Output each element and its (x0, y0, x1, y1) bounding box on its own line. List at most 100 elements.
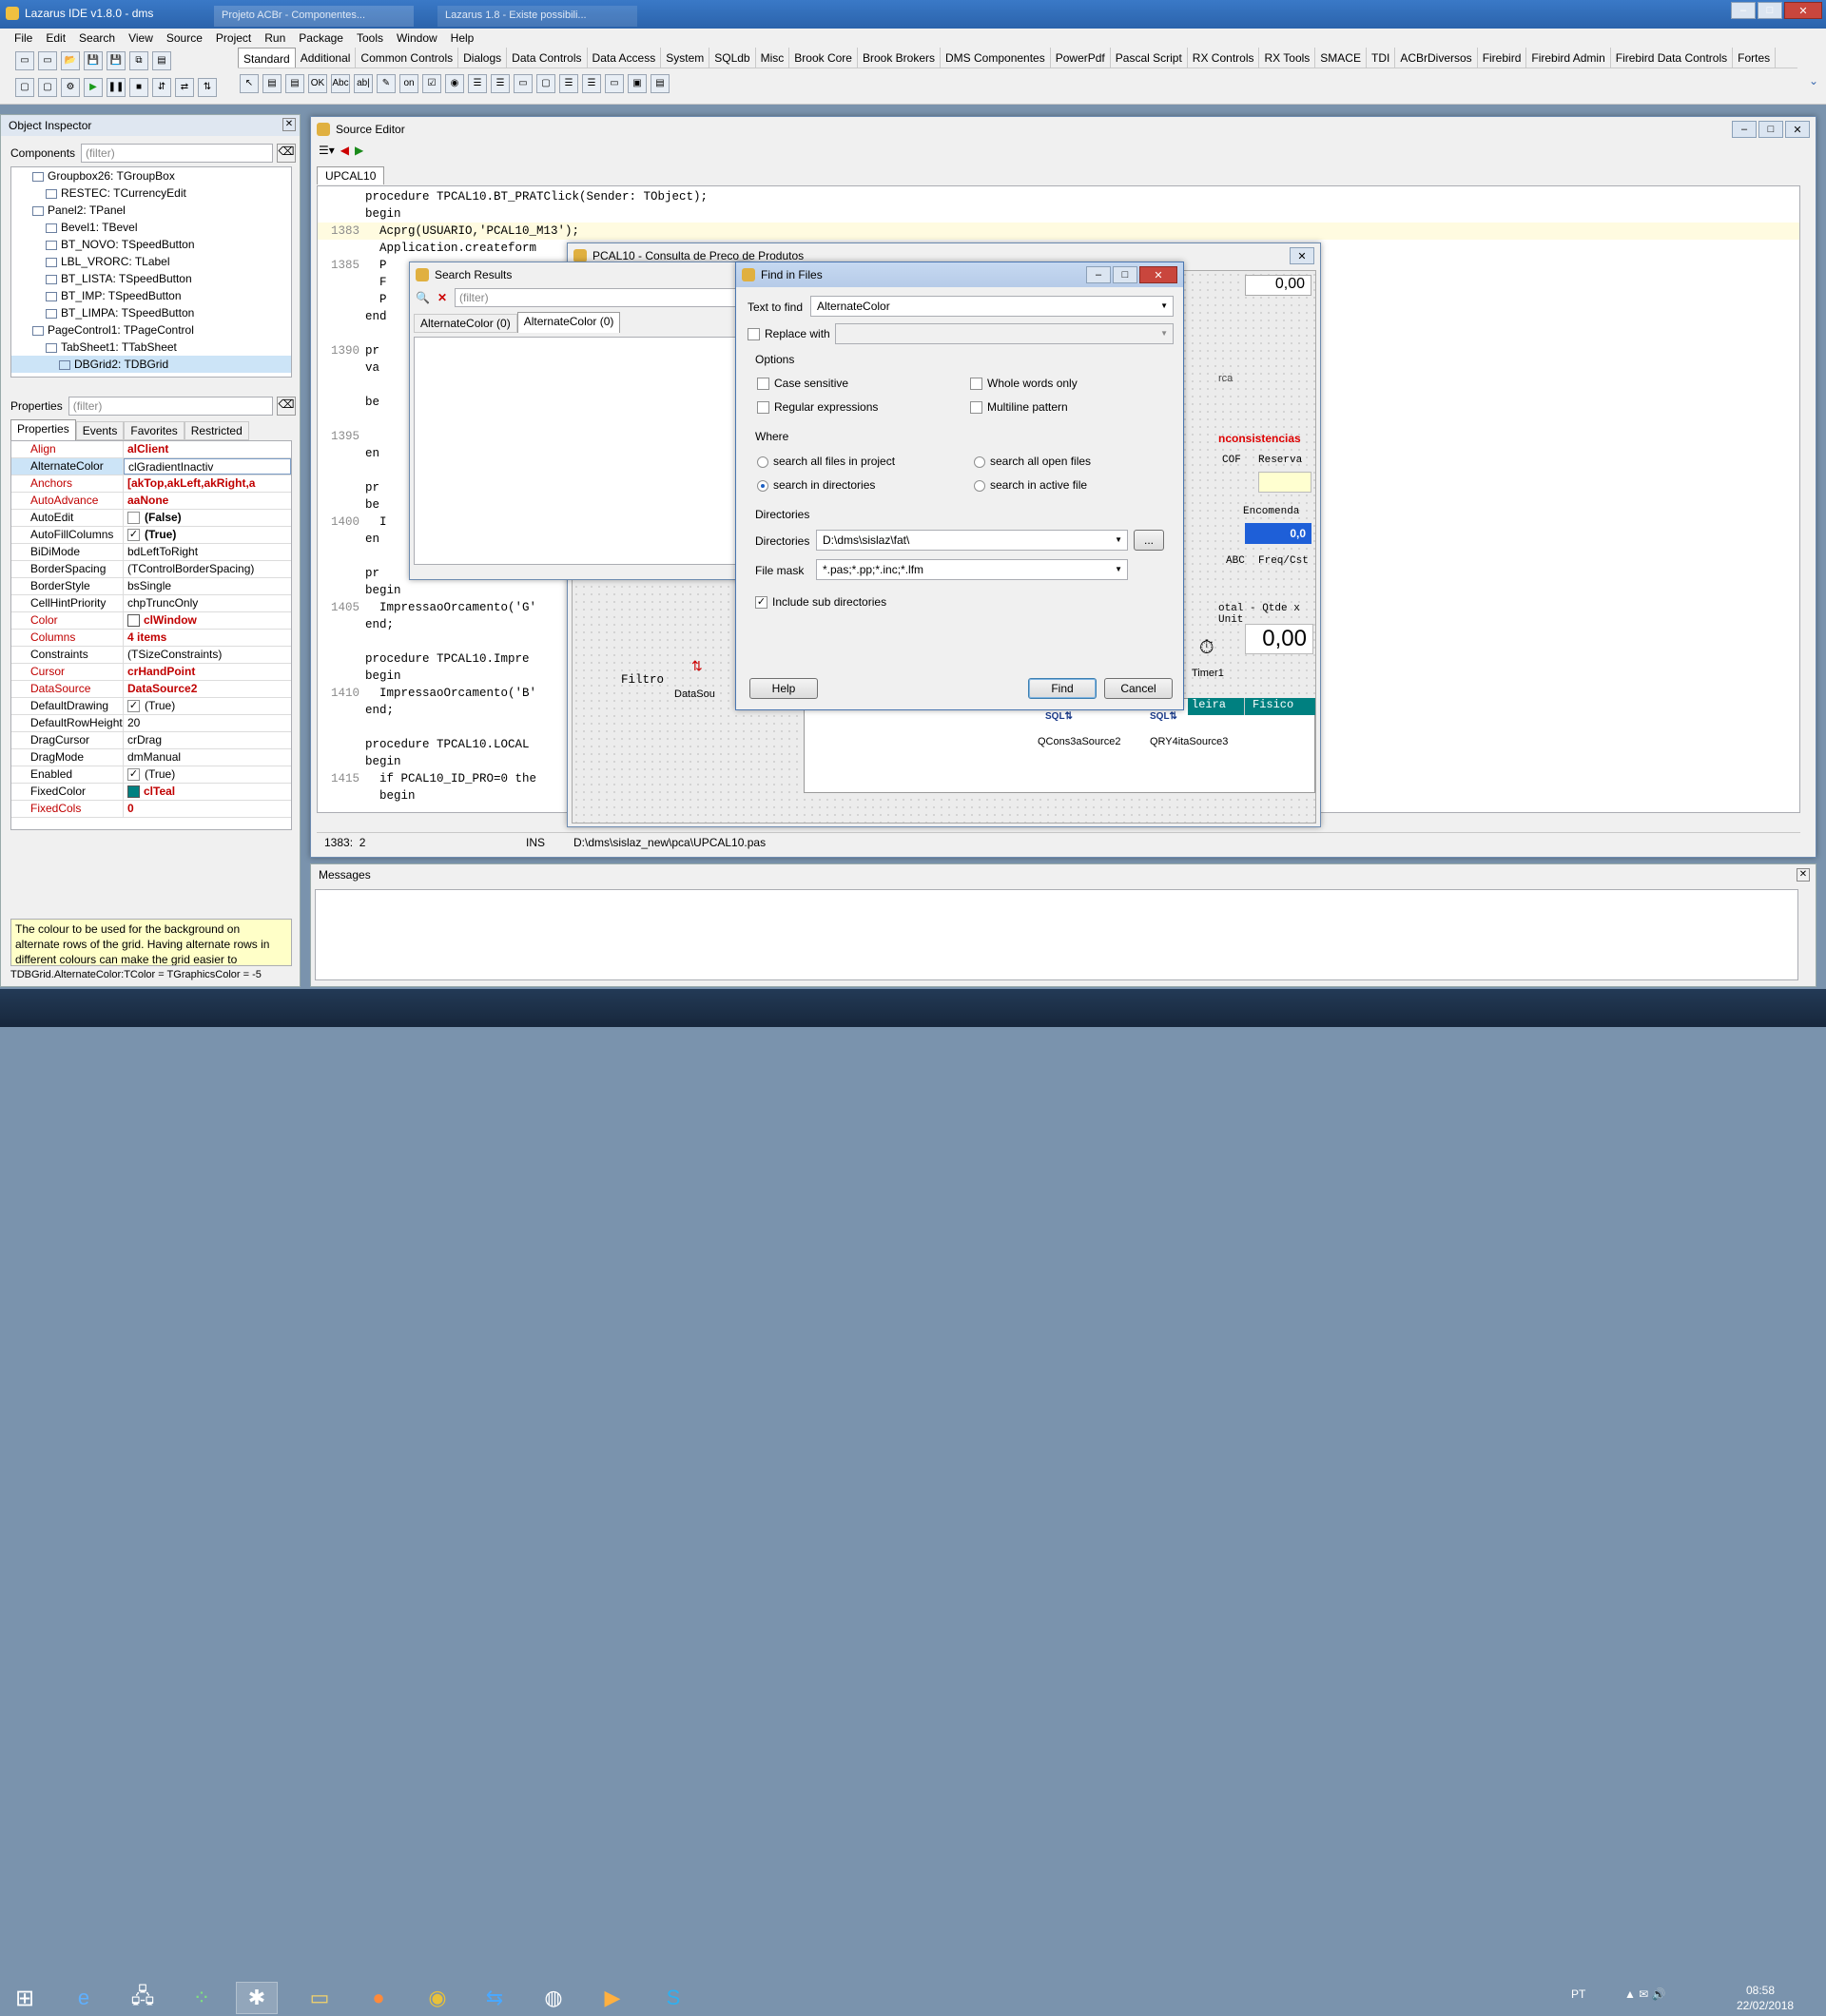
property-value[interactable]: crDrag (124, 732, 291, 748)
property-row[interactable]: Cursor crHandPoint (11, 664, 291, 681)
property-value[interactable]: ✓ (True) (124, 698, 291, 714)
chrome-icon[interactable]: ◉ (417, 1982, 458, 2014)
radio-all-project[interactable] (757, 456, 768, 468)
code-line[interactable]: 1383 Acprg(USUARIO,'PCAL10_M13'); (318, 223, 1799, 240)
property-value[interactable]: 4 items (124, 630, 291, 646)
property-row[interactable]: DefaultRowHeight 20 (11, 715, 291, 732)
property-row[interactable]: AutoAdvance aaNone (11, 493, 291, 510)
tradiobutton-icon[interactable]: ◉ (445, 74, 464, 93)
new-form-icon[interactable]: ▭ (38, 51, 57, 70)
media-icon[interactable]: ▶ (592, 1982, 633, 2014)
property-row[interactable]: DefaultDrawing ✓ (True) (11, 698, 291, 715)
ie-icon[interactable]: e (63, 1982, 105, 2014)
palette-tab-firebird[interactable]: Firebird (1478, 48, 1527, 68)
property-row[interactable]: Enabled ✓ (True) (11, 766, 291, 784)
property-row[interactable]: Anchors [akTop,akLeft,akRight,a (11, 475, 291, 493)
tlabel-icon[interactable]: Abc (331, 74, 350, 93)
property-checkbox[interactable]: ✓ (127, 529, 140, 542)
reserva-box[interactable] (1258, 472, 1311, 493)
palette-tab-pascal-script[interactable]: Pascal Script (1111, 48, 1188, 68)
language-indicator[interactable]: PT (1571, 1987, 1585, 2001)
radio-active-file[interactable] (974, 479, 985, 492)
lazarus-task-icon[interactable]: ✱ (236, 1982, 278, 2014)
property-value[interactable]: 20 (124, 715, 291, 731)
palette-tab-smace[interactable]: SMACE (1315, 48, 1367, 68)
tree-item[interactable]: LBL_VRORC: TLabel (11, 253, 291, 270)
property-row[interactable]: AutoFillColumns ✓ (True) (11, 527, 291, 544)
code-line[interactable]: begin (318, 205, 1799, 223)
step-out-icon[interactable]: ⇅ (198, 78, 217, 97)
property-value[interactable]: (TControlBorderSpacing) (124, 561, 291, 577)
tray-icons[interactable]: ▲ ✉ 🔊 (1624, 1987, 1666, 2001)
tree-item[interactable]: DBGrid2: TDBGrid (11, 356, 291, 373)
se-maximize-icon[interactable]: □ (1758, 121, 1783, 138)
form-close-icon[interactable]: ✕ (1290, 247, 1314, 264)
menu-window[interactable]: Window (390, 29, 444, 48)
property-value[interactable]: DataSource2 (124, 681, 291, 697)
back-icon[interactable]: ◀ (340, 144, 349, 161)
case-sensitive-checkbox[interactable] (757, 378, 769, 391)
filter-clear-icon[interactable]: ⌫ (277, 144, 296, 163)
messenger-icon[interactable]: ◍ (533, 1982, 574, 2014)
results-tab-1[interactable]: AlternateColor (0) (414, 314, 517, 333)
find-minimize-icon[interactable]: – (1086, 266, 1111, 283)
maximize-icon[interactable]: □ (1758, 2, 1782, 19)
property-row[interactable]: Color clWindow (11, 612, 291, 630)
tab-properties[interactable]: Properties (10, 419, 76, 440)
palette-tab-brook-brokers[interactable]: Brook Brokers (858, 48, 942, 68)
menu-help[interactable]: Help (444, 29, 481, 48)
start-icon[interactable]: ⊞ (4, 1982, 46, 2014)
pause-icon[interactable]: ❚❚ (107, 78, 126, 97)
replace-input[interactable] (835, 323, 1174, 344)
property-row[interactable]: BorderStyle bsSingle (11, 578, 291, 595)
property-row[interactable]: BorderSpacing (TControlBorderSpacing) (11, 561, 291, 578)
minimize-icon[interactable]: – (1731, 2, 1756, 19)
menu-edit[interactable]: Edit (39, 29, 72, 48)
toggle-icon[interactable]: ▢ (38, 78, 57, 97)
jump-icon[interactable]: ☰▾ (319, 144, 335, 161)
property-value[interactable]: (False) (124, 510, 291, 526)
encomenda-box[interactable]: 0,0 (1245, 523, 1311, 544)
palette-tab-dialogs[interactable]: Dialogs (458, 48, 508, 68)
find-close-icon[interactable]: ✕ (1139, 266, 1177, 283)
palette-tab-rx-tools[interactable]: RX Tools (1259, 48, 1316, 68)
include-sub-checkbox[interactable]: ✓ (755, 596, 767, 610)
property-row[interactable]: FixedColor clTeal (11, 784, 291, 801)
app-dots-icon[interactable]: ⁘ (181, 1982, 223, 2014)
step-over-icon[interactable]: ⇄ (175, 78, 194, 97)
palette-tab-dms-componentes[interactable]: DMS Componentes (941, 48, 1051, 68)
step-into-icon[interactable]: ⇵ (152, 78, 171, 97)
pointer-icon[interactable]: ↖ (240, 74, 259, 93)
messages-list[interactable] (315, 889, 1798, 980)
menu-search[interactable]: Search (72, 29, 122, 48)
menu-file[interactable]: File (8, 29, 39, 48)
save-all-icon[interactable]: 💾 (107, 51, 126, 70)
tab-restricted[interactable]: Restricted (184, 421, 249, 440)
tree-item[interactable]: Panel2: TPanel (11, 202, 291, 219)
explorer-icon[interactable]: ▭ (299, 1982, 340, 2014)
tlistbox-icon[interactable]: ☰ (468, 74, 487, 93)
property-row[interactable]: DataSource DataSource2 (11, 681, 291, 698)
property-value[interactable]: clGradientInactiv (124, 458, 291, 475)
property-value[interactable]: dmManual (124, 749, 291, 766)
property-value[interactable]: ✓ (True) (124, 527, 291, 543)
tree-item[interactable]: BT_LIMPA: TSpeedButton (11, 304, 291, 321)
se-close-icon[interactable]: ✕ (1785, 121, 1810, 138)
property-row[interactable]: AlternateColor clGradientInactiv (11, 458, 291, 475)
property-checkbox[interactable]: ✓ (127, 768, 140, 782)
palette-tab-tdi[interactable]: TDI (1367, 48, 1396, 68)
oi-close-icon[interactable]: ✕ (282, 118, 296, 131)
view-units-icon[interactable]: ▤ (152, 51, 171, 70)
palette-tab-data-access[interactable]: Data Access (588, 48, 662, 68)
toggle-form-icon[interactable]: ⧉ (129, 51, 148, 70)
property-value[interactable]: bsSingle (124, 578, 291, 594)
palette-tab-additional[interactable]: Additional (296, 48, 357, 68)
radio-all-open[interactable] (974, 456, 985, 468)
properties-filter[interactable]: (filter) (68, 397, 273, 416)
tree-item[interactable]: BT_NOVO: TSpeedButton (11, 236, 291, 253)
new-unit-icon[interactable]: ▭ (15, 51, 34, 70)
browse-button[interactable]: ... (1134, 530, 1164, 551)
save-icon[interactable]: 💾 (84, 51, 103, 70)
tcheckgroup-icon[interactable]: ☰ (582, 74, 601, 93)
build-modes-icon[interactable]: ⚙ (61, 78, 80, 97)
